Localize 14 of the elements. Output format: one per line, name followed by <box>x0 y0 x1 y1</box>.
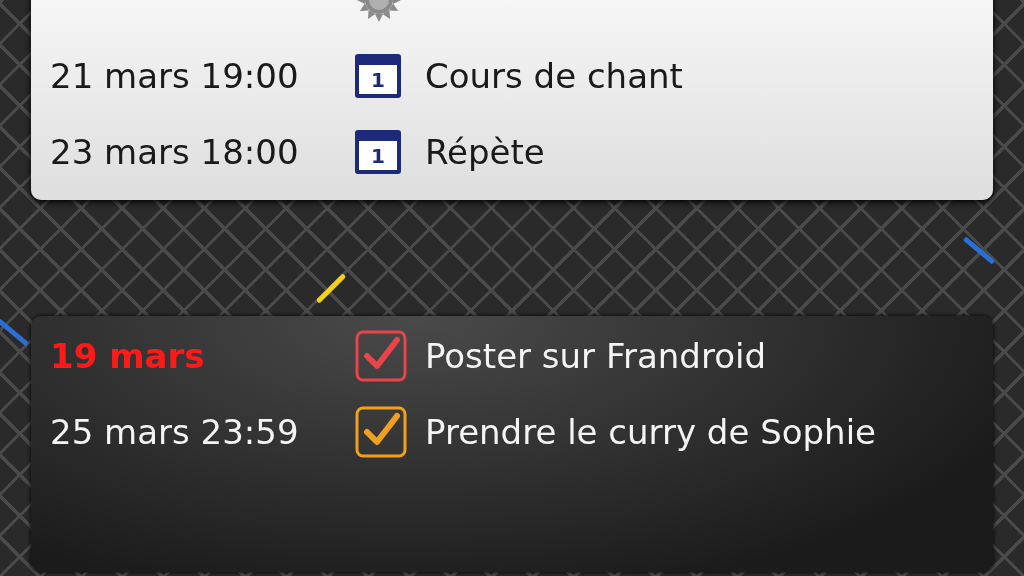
task-title: Prendre le curry de Sophie <box>425 412 878 452</box>
task-date: 25 mars 23:59 <box>50 412 300 452</box>
checkbox-icon[interactable] <box>355 330 407 382</box>
event-date: 21 mars 19:00 <box>50 56 300 96</box>
checkbox-icon[interactable] <box>355 406 407 458</box>
accent-mark <box>962 236 996 265</box>
accent-mark <box>0 318 30 347</box>
task-title: Poster sur Frandroid <box>425 336 767 376</box>
task-date: 19 mars <box>50 336 206 376</box>
calendar-icon: 1 <box>355 130 401 174</box>
event-title: Cours de chant <box>425 56 684 96</box>
calendar-icon: 1 <box>355 54 401 98</box>
event-title: Répète <box>425 132 546 172</box>
event-date: 23 mars 18:00 <box>50 132 300 172</box>
